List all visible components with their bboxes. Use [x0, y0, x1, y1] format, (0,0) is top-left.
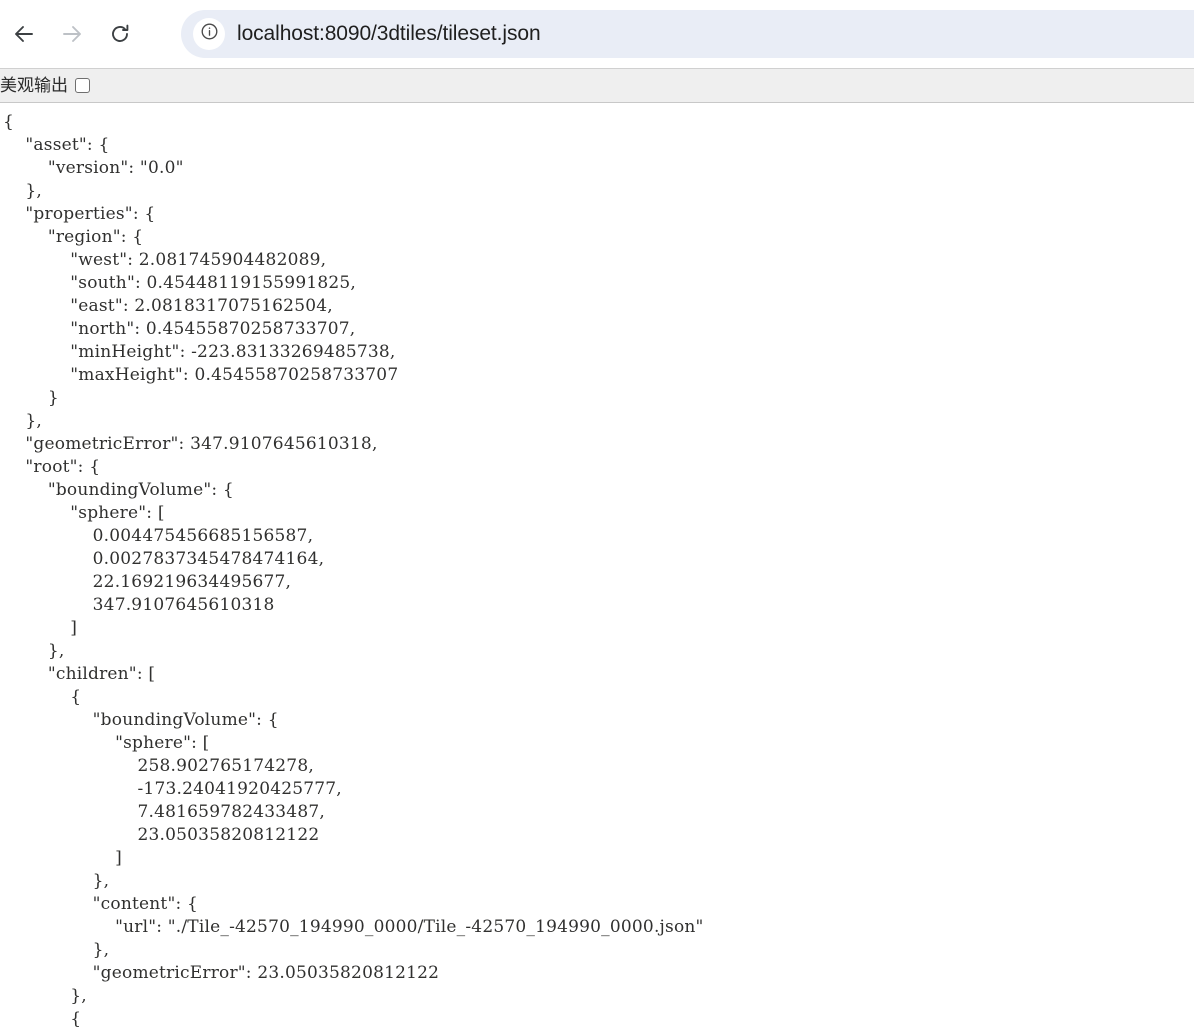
- reload-icon: [108, 22, 132, 46]
- arrow-right-icon: [60, 22, 84, 46]
- pretty-print-label: 美观输出: [0, 75, 68, 95]
- browser-chrome: localhost:8090/3dtiles/tileset.json: [0, 0, 1194, 68]
- address-bar[interactable]: localhost:8090/3dtiles/tileset.json: [181, 10, 1194, 58]
- forward-button[interactable]: [48, 10, 96, 58]
- pretty-print-checkbox[interactable]: [75, 78, 90, 93]
- navigation-controls: [0, 0, 144, 68]
- reload-button[interactable]: [96, 10, 144, 58]
- site-info-button[interactable]: [193, 18, 225, 50]
- info-circle-icon: [200, 22, 219, 46]
- pretty-print-toolbar: 美观输出: [0, 68, 1194, 103]
- back-button[interactable]: [0, 10, 48, 58]
- json-document-text: { "asset": { "version": "0.0" }, "proper…: [3, 112, 704, 1029]
- address-bar-url[interactable]: localhost:8090/3dtiles/tileset.json: [237, 22, 541, 46]
- json-viewer: { "asset": { "version": "0.0" }, "proper…: [0, 103, 1194, 1035]
- arrow-left-icon: [12, 22, 36, 46]
